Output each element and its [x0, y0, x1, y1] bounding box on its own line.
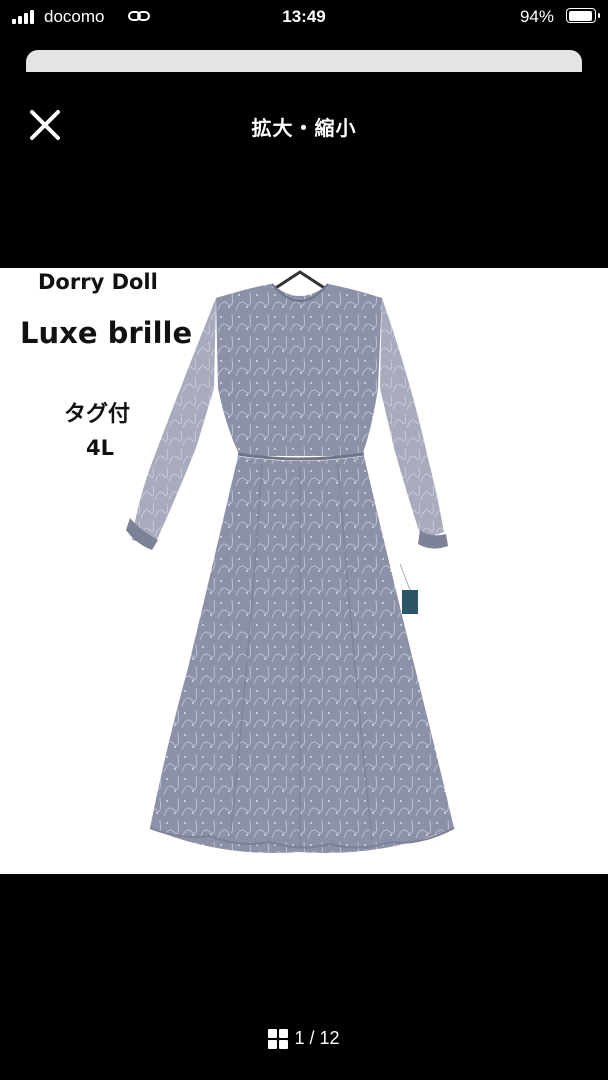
status-bar: docomo 13:49 94% — [0, 0, 608, 36]
dress-illustration — [126, 268, 455, 853]
sheet-background — [26, 50, 582, 72]
clock-time: 13:49 — [282, 7, 326, 26]
product-image[interactable]: Dorry Doll Luxe brille タグ付 4L — [0, 268, 608, 874]
size-label: 4L — [86, 436, 114, 460]
product-line: Luxe brille — [20, 316, 193, 350]
page-counter: 1 / 12 — [294, 1028, 340, 1048]
page-title: 拡大・縮小 — [251, 118, 357, 140]
image-pager: 1 / 12 — [0, 1028, 608, 1049]
battery-percent: 94% — [519, 7, 554, 26]
battery-icon — [566, 8, 600, 23]
grid-icon[interactable] — [268, 1028, 289, 1049]
viewer-header: 拡大・縮小 — [0, 72, 608, 172]
tag-label: タグ付 — [64, 402, 131, 427]
brand-name: Dorry Doll — [38, 270, 158, 294]
